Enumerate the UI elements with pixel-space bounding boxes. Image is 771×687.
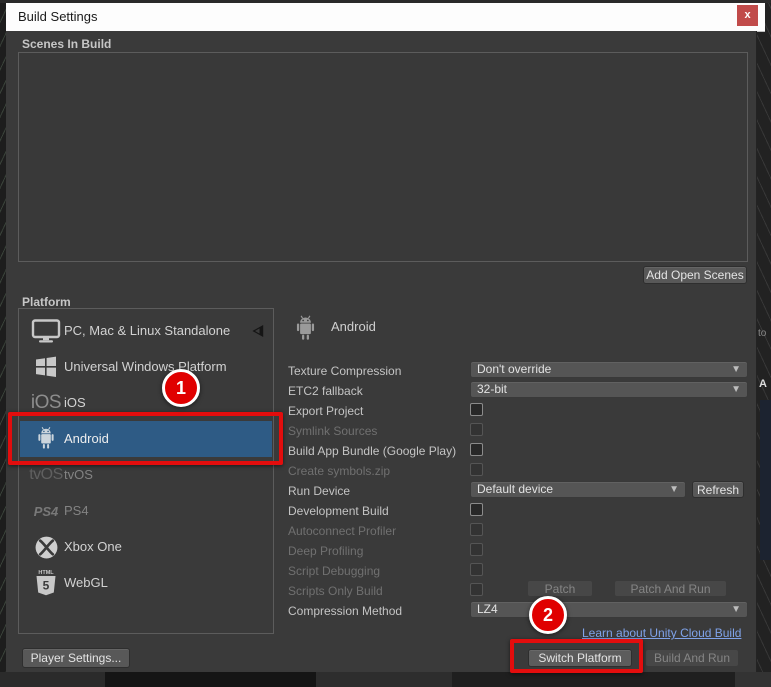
row-label-script-debugging: Script Debugging	[288, 561, 468, 581]
unity-cloud-build-link[interactable]: Learn about Unity Cloud Build	[582, 626, 740, 640]
platform-item-xbox-one[interactable]: Xbox One	[20, 529, 272, 565]
platform-label: Platform	[22, 295, 71, 309]
platform-item-pc-mac-linux[interactable]: PC, Mac & Linux Standalone	[20, 313, 272, 349]
platform-item-webgl[interactable]: HTML 5 WebGL	[20, 565, 272, 601]
editor-background-bottom	[0, 672, 771, 687]
row-label-etc2-fallback: ETC2 fallback	[288, 381, 468, 401]
script-debugging-checkbox	[470, 563, 483, 576]
patch-button: Patch	[527, 580, 593, 597]
row-label-texture-compression: Texture Compression	[288, 361, 468, 381]
close-button[interactable]: x	[737, 5, 758, 26]
deep-profiling-checkbox	[470, 543, 483, 556]
row-label-symlink-sources: Symlink Sources	[288, 421, 468, 441]
background-panel	[760, 400, 771, 560]
texture-compression-dropdown[interactable]: Don't override▼	[470, 361, 748, 378]
symlink-sources-checkbox	[470, 423, 483, 436]
row-label-scripts-only-build: Scripts Only Build	[288, 581, 468, 601]
close-icon: x	[744, 9, 750, 21]
android-header-icon	[292, 314, 319, 349]
build-settings-window: to A Build Settings x Scenes In Build Ad…	[0, 0, 771, 687]
row-label-deep-profiling: Deep Profiling	[288, 541, 468, 561]
player-settings-button[interactable]: Player Settings...	[22, 648, 130, 668]
row-label-export-project: Export Project	[288, 401, 468, 421]
etc2-fallback-dropdown[interactable]: 32-bit▼	[470, 381, 748, 398]
row-label-compression-method: Compression Method	[288, 601, 468, 621]
unity-logo-icon	[249, 323, 265, 339]
row-label-build-app-bundle: Build App Bundle (Google Play)	[288, 441, 468, 461]
autoconnect-profiler-checkbox	[470, 523, 483, 536]
build-app-bundle-checkbox[interactable]	[470, 443, 483, 456]
create-symbols-zip-checkbox	[470, 463, 483, 476]
row-label-create-symbols-zip: Create symbols.zip	[288, 461, 468, 481]
patch-and-run-button: Patch And Run	[614, 580, 727, 597]
platform-item-ps4[interactable]: PS4 PS4	[20, 493, 272, 529]
platform-item-universal-windows[interactable]: Universal Windows Platform	[20, 349, 272, 385]
chevron-down-icon: ▼	[731, 382, 741, 397]
platform-item-tvos[interactable]: tvOS tvOS	[20, 457, 272, 493]
platform-item-android[interactable]: Android	[20, 421, 272, 457]
compression-method-dropdown[interactable]: LZ4▼	[470, 601, 748, 618]
editor-background-right: to A	[757, 0, 771, 687]
export-project-checkbox[interactable]	[470, 403, 483, 416]
scenes-in-build-label: Scenes In Build	[22, 37, 111, 51]
platform-item-ios[interactable]: iOS iOS	[20, 385, 272, 421]
scripts-only-build-checkbox	[470, 583, 483, 596]
row-label-development-build: Development Build	[288, 501, 468, 521]
row-label-autoconnect-profiler: Autoconnect Profiler	[288, 521, 468, 541]
chevron-down-icon: ▼	[731, 602, 741, 617]
svg-text:HTML: HTML	[38, 570, 54, 576]
add-open-scenes-button[interactable]: Add Open Scenes	[643, 266, 747, 284]
chevron-down-icon: ▼	[669, 482, 679, 497]
panel-title: Android	[331, 319, 376, 334]
development-build-checkbox[interactable]	[470, 503, 483, 516]
row-label-run-device: Run Device	[288, 481, 468, 501]
platform-list: PC, Mac & Linux Standalone Universal Win…	[18, 308, 274, 634]
background-text-fragment: to	[758, 328, 766, 339]
background-text-fragment: A	[759, 378, 767, 390]
build-and-run-button: Build And Run	[645, 649, 739, 667]
titlebar: Build Settings	[6, 3, 765, 32]
switch-platform-button[interactable]: Switch Platform	[528, 649, 632, 667]
run-device-dropdown[interactable]: Default device▼	[470, 481, 686, 498]
scenes-list-box[interactable]	[18, 52, 748, 262]
svg-text:5: 5	[43, 579, 50, 593]
refresh-button[interactable]: Refresh	[692, 481, 744, 498]
window-title: Build Settings	[18, 3, 98, 31]
chevron-down-icon: ▼	[731, 362, 741, 377]
